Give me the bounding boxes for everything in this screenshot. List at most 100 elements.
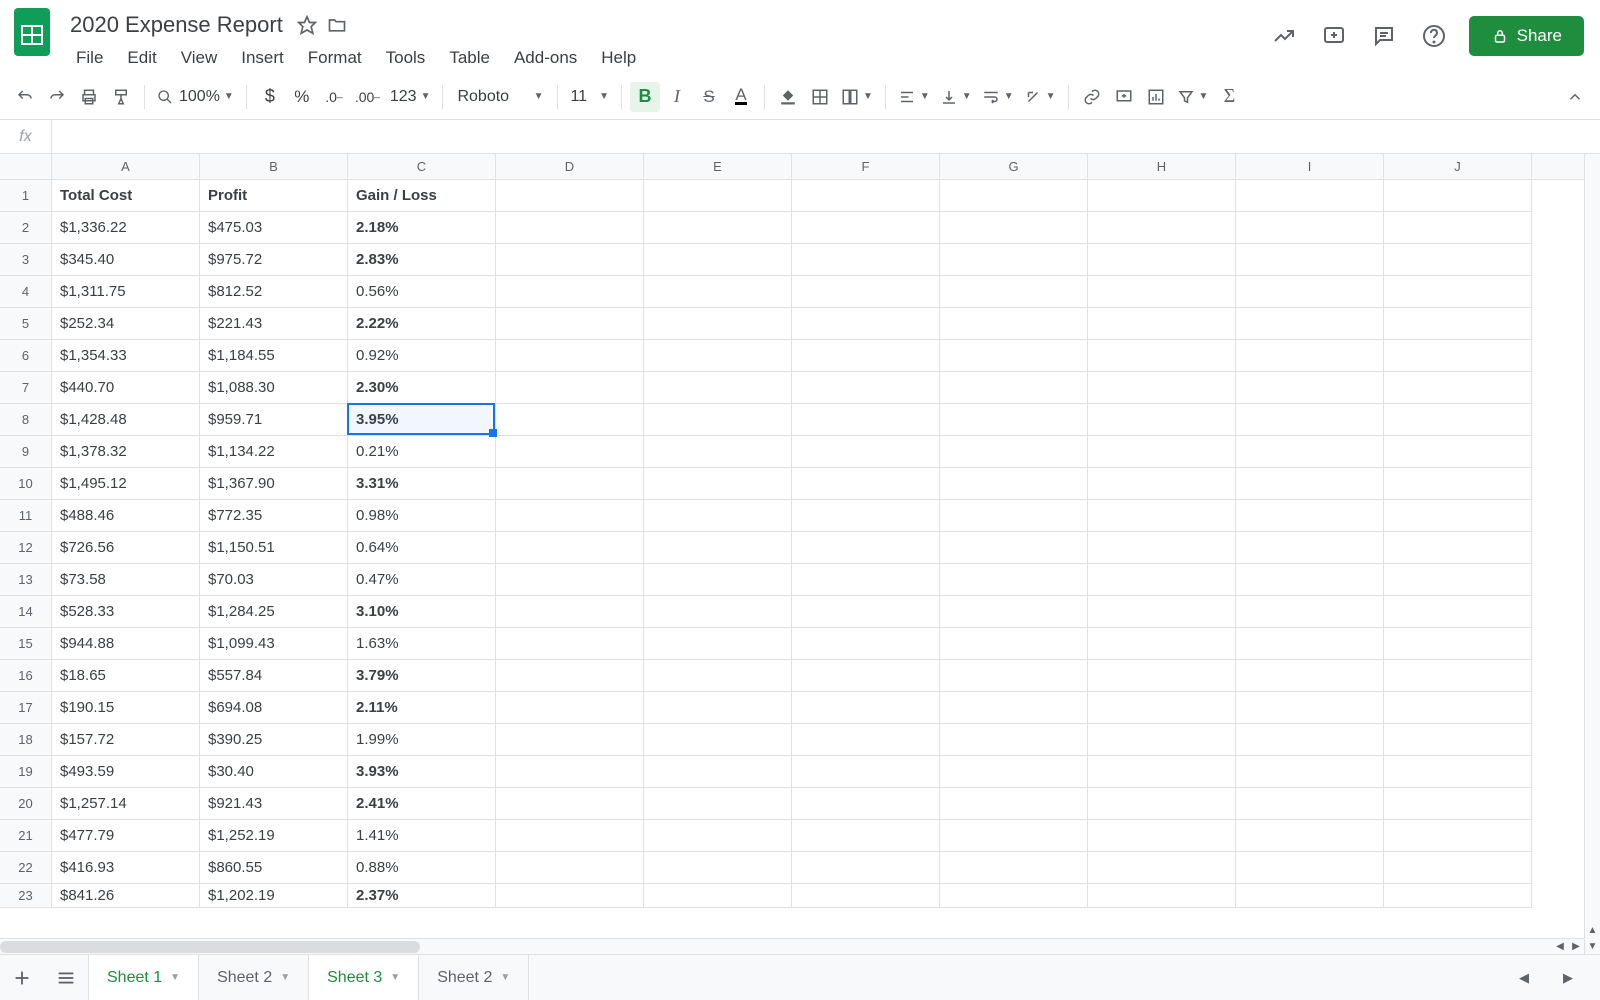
cell-J17[interactable] (1384, 692, 1532, 724)
cell-G22[interactable] (940, 852, 1088, 884)
cell-E10[interactable] (644, 468, 792, 500)
sheets-logo-icon[interactable] (10, 10, 54, 54)
cell-C15[interactable]: 1.63% (348, 628, 496, 660)
cell-I20[interactable] (1236, 788, 1384, 820)
cell-C23[interactable]: 2.37% (348, 884, 496, 908)
cell-E13[interactable] (644, 564, 792, 596)
cell-F20[interactable] (792, 788, 940, 820)
cell-B17[interactable]: $694.08 (200, 692, 348, 724)
cell-I3[interactable] (1236, 244, 1384, 276)
cell-I1[interactable] (1236, 180, 1384, 212)
cell-E7[interactable] (644, 372, 792, 404)
cell-B12[interactable]: $1,150.51 (200, 532, 348, 564)
cell-I18[interactable] (1236, 724, 1384, 756)
cell-I15[interactable] (1236, 628, 1384, 660)
text-wrap-dropdown[interactable]: ▼ (978, 82, 1018, 112)
menu-table[interactable]: Table (439, 44, 500, 72)
cell-A21[interactable]: $477.79 (52, 820, 200, 852)
cell-J14[interactable] (1384, 596, 1532, 628)
merge-cells-dropdown[interactable]: ▼ (837, 82, 877, 112)
scroll-right-icon[interactable]: ▶ (1568, 939, 1584, 954)
chevron-down-icon[interactable]: ▼ (280, 972, 290, 983)
cell-B16[interactable]: $557.84 (200, 660, 348, 692)
cell-B21[interactable]: $1,252.19 (200, 820, 348, 852)
column-header-D[interactable]: D (496, 154, 644, 179)
cell-D5[interactable] (496, 308, 644, 340)
cell-E12[interactable] (644, 532, 792, 564)
cell-A20[interactable]: $1,257.14 (52, 788, 200, 820)
cell-A17[interactable]: $190.15 (52, 692, 200, 724)
cell-D15[interactable] (496, 628, 644, 660)
column-header-E[interactable]: E (644, 154, 792, 179)
cell-C9[interactable]: 0.21% (348, 436, 496, 468)
cell-A3[interactable]: $345.40 (52, 244, 200, 276)
cell-H1[interactable] (1088, 180, 1236, 212)
cell-E19[interactable] (644, 756, 792, 788)
cell-B22[interactable]: $860.55 (200, 852, 348, 884)
cell-B2[interactable]: $475.03 (200, 212, 348, 244)
cell-H15[interactable] (1088, 628, 1236, 660)
scroll-down-icon[interactable]: ▼ (1585, 938, 1600, 954)
cell-F19[interactable] (792, 756, 940, 788)
cell-D11[interactable] (496, 500, 644, 532)
cell-G23[interactable] (940, 884, 1088, 908)
cell-B7[interactable]: $1,088.30 (200, 372, 348, 404)
cell-D18[interactable] (496, 724, 644, 756)
cell-B13[interactable]: $70.03 (200, 564, 348, 596)
chevron-down-icon[interactable]: ▼ (170, 972, 180, 983)
row-header[interactable]: 22 (0, 852, 52, 884)
row-header[interactable]: 16 (0, 660, 52, 692)
cell-F1[interactable] (792, 180, 940, 212)
fx-icon[interactable]: fx (0, 120, 52, 153)
cell-I4[interactable] (1236, 276, 1384, 308)
cell-G2[interactable] (940, 212, 1088, 244)
cell-F3[interactable] (792, 244, 940, 276)
cell-C5[interactable]: 2.22% (348, 308, 496, 340)
cell-B5[interactable]: $221.43 (200, 308, 348, 340)
cell-I17[interactable] (1236, 692, 1384, 724)
insert-comment-button[interactable] (1109, 82, 1139, 112)
cell-J9[interactable] (1384, 436, 1532, 468)
undo-button[interactable] (10, 82, 40, 112)
prev-sheet-button[interactable]: ◀ (1502, 956, 1546, 1000)
cell-H7[interactable] (1088, 372, 1236, 404)
column-header-C[interactable]: C (348, 154, 496, 179)
cell-F15[interactable] (792, 628, 940, 660)
move-folder-icon[interactable] (327, 15, 347, 35)
cell-B11[interactable]: $772.35 (200, 500, 348, 532)
row-header[interactable]: 20 (0, 788, 52, 820)
menu-view[interactable]: View (171, 44, 228, 72)
cell-J13[interactable] (1384, 564, 1532, 596)
cell-J23[interactable] (1384, 884, 1532, 908)
cell-G9[interactable] (940, 436, 1088, 468)
row-header[interactable]: 9 (0, 436, 52, 468)
cell-A14[interactable]: $528.33 (52, 596, 200, 628)
formula-input[interactable] (52, 120, 1600, 153)
cell-I12[interactable] (1236, 532, 1384, 564)
cell-F8[interactable] (792, 404, 940, 436)
column-header-G[interactable]: G (940, 154, 1088, 179)
text-rotation-dropdown[interactable]: ▼ (1020, 82, 1060, 112)
cell-C22[interactable]: 0.88% (348, 852, 496, 884)
cell-A16[interactable]: $18.65 (52, 660, 200, 692)
cell-D3[interactable] (496, 244, 644, 276)
cell-H13[interactable] (1088, 564, 1236, 596)
cell-E1[interactable] (644, 180, 792, 212)
cell-C21[interactable]: 1.41% (348, 820, 496, 852)
comment-history-icon[interactable] (1369, 21, 1399, 51)
cell-H14[interactable] (1088, 596, 1236, 628)
cell-H21[interactable] (1088, 820, 1236, 852)
cell-H10[interactable] (1088, 468, 1236, 500)
cell-A10[interactable]: $1,495.12 (52, 468, 200, 500)
cell-F6[interactable] (792, 340, 940, 372)
cell-J19[interactable] (1384, 756, 1532, 788)
cell-B15[interactable]: $1,099.43 (200, 628, 348, 660)
cell-H23[interactable] (1088, 884, 1236, 908)
cell-E2[interactable] (644, 212, 792, 244)
cell-F23[interactable] (792, 884, 940, 908)
cell-H5[interactable] (1088, 308, 1236, 340)
fill-color-button[interactable] (773, 82, 803, 112)
cell-A18[interactable]: $157.72 (52, 724, 200, 756)
cell-I21[interactable] (1236, 820, 1384, 852)
font-family-dropdown[interactable]: Roboto▼ (451, 82, 549, 112)
